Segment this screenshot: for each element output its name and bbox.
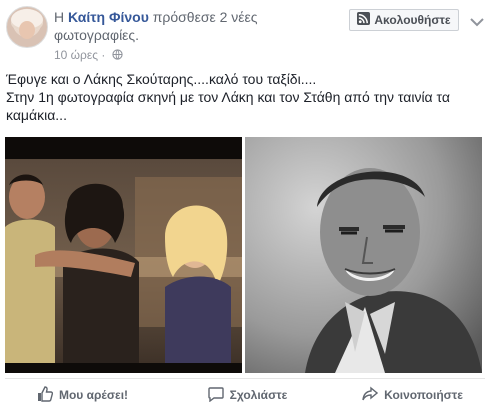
thumbs-up-icon [37,385,54,405]
post-body: Έφυγε και ο Λάκης Σκούταρης....καλό του … [6,70,486,124]
portrait-photo[interactable] [245,137,482,373]
author-prefix: Η [54,9,65,25]
action-divider [5,378,485,379]
chevron-down-icon[interactable] [470,14,484,27]
author-avatar[interactable] [6,6,48,48]
globe-icon [112,49,123,63]
post-header: Η Καίτη Φίνου πρόσθεσε 2 νέες φωτογραφίε… [54,8,344,44]
post-text-line: καμάκια... [6,107,67,123]
comment-label[interactable]: Σχολιάστε [230,388,288,402]
post-card: Η Καίτη Φίνου πρόσθεσε 2 νέες φωτογραφίε… [0,0,495,412]
post-timestamp[interactable]: 10 ώρες · [54,48,123,63]
like-label[interactable]: Μου αρέσει! [59,388,128,402]
movie-scene-photo[interactable] [5,137,242,373]
share-icon [362,386,379,405]
like-button[interactable]: Μου αρέσει! [0,385,165,405]
post-text-line: Στην 1η φωτογραφία σκηνή με τον Λάκη και… [6,89,450,105]
author-name-link[interactable]: Καίτη Φίνου [68,9,149,25]
share-label[interactable]: Κοινοποιήστε [384,388,463,402]
follow-label[interactable]: Ακολουθήστε [374,13,450,27]
share-button[interactable]: Κοινοποιήστε [330,386,495,405]
timestamp-text[interactable]: 10 ώρες · [54,48,105,62]
rss-icon [357,12,371,28]
post-action-text: πρόσθεσε 2 νέες [152,9,258,25]
photos-link[interactable]: φωτογραφίες. [54,27,139,43]
comment-button[interactable]: Σχολιάστε [165,386,330,405]
comment-icon [207,386,224,405]
post-actions-bar: Μου αρέσει! Σχολιάστε Κοινοποιήστε [0,380,495,410]
post-text-line: Έφυγε και ο Λάκης Σκούταρης....καλό του … [6,71,317,87]
follow-button[interactable]: Ακολουθήστε [349,9,459,31]
